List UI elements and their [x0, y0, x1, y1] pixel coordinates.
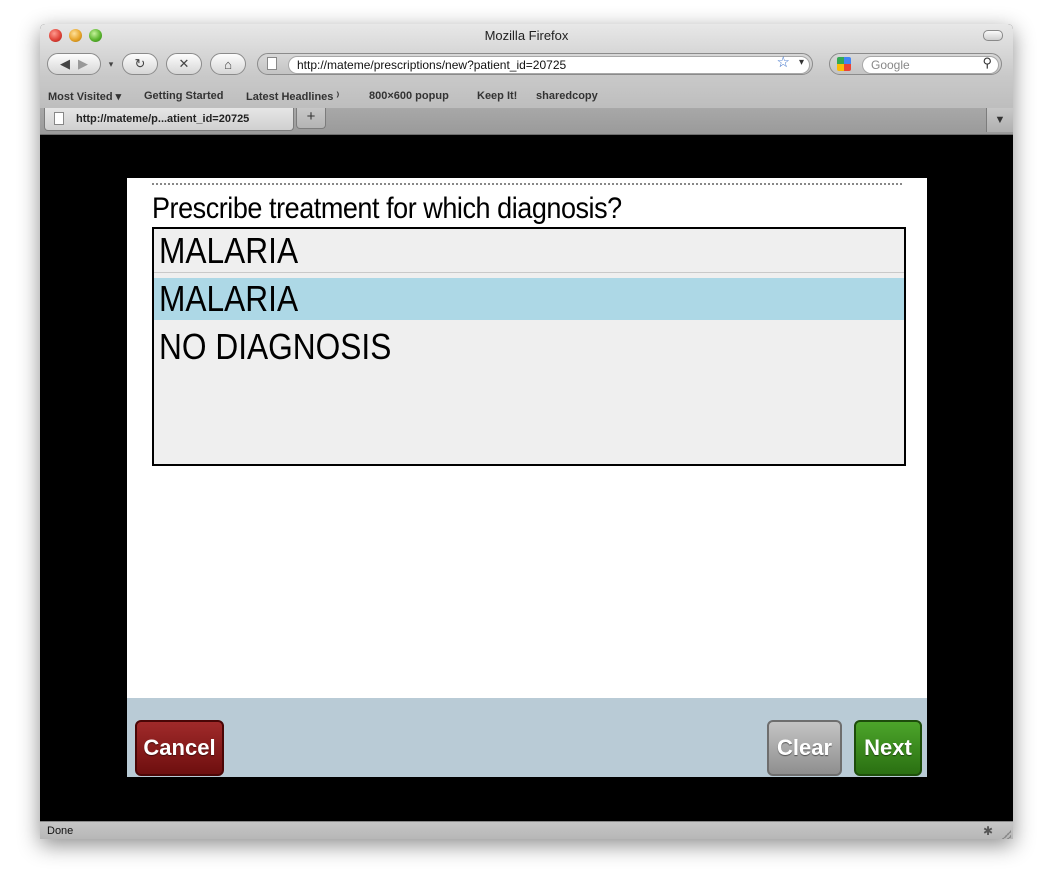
bookmark-latest-headlines[interactable]: Latest Headlines ⁾: [246, 90, 339, 103]
search-icon[interactable]: ⚲: [982, 54, 992, 72]
stop-button[interactable]: ✕: [166, 53, 202, 75]
bookmark-keep-it[interactable]: Keep It!: [477, 90, 517, 102]
question-label: Prescribe treatment for which diagnosis?: [152, 192, 622, 225]
content-viewport: Prescribe treatment for which diagnosis?…: [40, 135, 1013, 821]
url-history-dropdown-icon[interactable]: ▾: [799, 55, 804, 71]
tab-strip: http://mateme/p...atient_id=20725 + ▼: [40, 108, 1013, 135]
bug-icon[interactable]: ✱: [983, 822, 993, 839]
bookmarks-toolbar: Most Visited ▾ Getting Started Latest He…: [40, 86, 1013, 106]
option-malaria[interactable]: MALARIA: [154, 278, 904, 320]
search-input[interactable]: Google: [862, 56, 999, 74]
page-icon: [54, 112, 64, 125]
browser-window: Mozilla Firefox ◀ ▶ ▾ ↻ ✕ ⌂ http://matem…: [40, 24, 1013, 839]
reload-icon: ↻: [134, 56, 146, 71]
tab-list-button[interactable]: ▼: [986, 108, 1013, 132]
forward-arrow-icon[interactable]: ▶: [78, 56, 88, 72]
diagnosis-input[interactable]: MALARIA: [154, 229, 904, 273]
status-text: Done: [47, 825, 74, 837]
search-bar[interactable]: Google ⚲: [829, 53, 1002, 75]
title-bar: Mozilla Firefox: [40, 24, 1013, 46]
reload-button[interactable]: ↻: [122, 53, 158, 75]
next-button[interactable]: Next: [854, 720, 922, 776]
button-bar: Cancel Clear Next: [127, 698, 927, 777]
diagnosis-input-value: MALARIA: [159, 230, 299, 271]
history-dropdown-icon[interactable]: ▾: [106, 53, 116, 75]
url-input[interactable]: http://mateme/prescriptions/new?patient_…: [288, 56, 810, 74]
diagnosis-select: MALARIA MALARIA NO DIAGNOSIS: [152, 227, 906, 466]
stop-icon: ✕: [178, 56, 190, 71]
status-bar: Done ✱: [40, 821, 1013, 839]
url-bar[interactable]: http://mateme/prescriptions/new?patient_…: [257, 53, 813, 75]
touchscreen-page: Prescribe treatment for which diagnosis?…: [127, 178, 927, 777]
back-arrow-icon[interactable]: ◀: [60, 56, 70, 72]
home-icon: ⌂: [224, 56, 232, 72]
bookmark-getting-started[interactable]: Getting Started: [144, 90, 223, 102]
navigation-toolbar: ◀ ▶ ▾ ↻ ✕ ⌂ http://mateme/prescriptions/…: [40, 50, 1013, 82]
divider: [152, 183, 902, 185]
home-button[interactable]: ⌂: [210, 53, 246, 75]
back-forward-button[interactable]: ◀ ▶: [47, 53, 101, 75]
new-tab-button[interactable]: +: [296, 108, 326, 129]
bookmark-star-icon[interactable]: ☆: [777, 54, 790, 72]
browser-chrome: Mozilla Firefox ◀ ▶ ▾ ↻ ✕ ⌂ http://matem…: [40, 24, 1013, 110]
option-no-diagnosis[interactable]: NO DIAGNOSIS: [154, 326, 904, 368]
clear-button[interactable]: Clear: [767, 720, 842, 776]
tab-label: http://mateme/p...atient_id=20725: [76, 113, 250, 125]
tab-active[interactable]: http://mateme/p...atient_id=20725: [44, 108, 294, 131]
option-label: MALARIA: [159, 278, 299, 319]
cancel-button[interactable]: Cancel: [135, 720, 224, 776]
bookmark-sharedcopy[interactable]: sharedcopy: [536, 90, 598, 102]
toolbar-toggle-button[interactable]: [983, 30, 1003, 41]
search-engine-icon[interactable]: [837, 57, 851, 71]
plus-icon: +: [306, 108, 316, 125]
bookmark-most-visited[interactable]: Most Visited ▾: [48, 90, 121, 103]
window-title: Mozilla Firefox: [484, 28, 569, 43]
resize-handle-icon[interactable]: [1001, 830, 1011, 839]
bookmark-popup[interactable]: 800×600 popup: [369, 90, 449, 102]
option-label: NO DIAGNOSIS: [159, 326, 392, 367]
tab-list-icon: ▼: [994, 114, 1006, 126]
page-icon: [267, 57, 277, 70]
